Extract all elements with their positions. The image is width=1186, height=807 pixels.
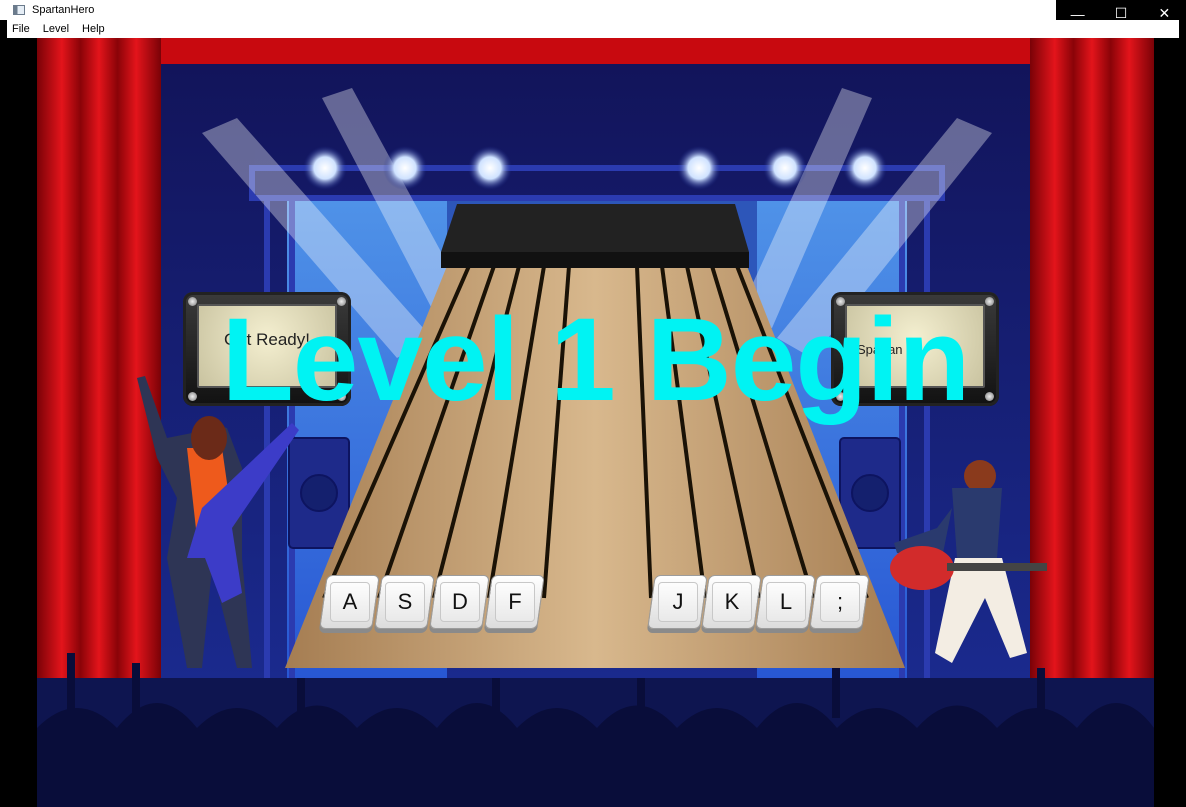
key-label: K — [711, 582, 752, 622]
menu-file[interactable]: File — [12, 23, 30, 35]
key-label: L — [765, 582, 806, 622]
lane-key-d[interactable]: D — [429, 575, 490, 629]
lane-key-semicolon[interactable]: ; — [809, 575, 870, 629]
lane-key-f[interactable]: F — [484, 575, 545, 629]
key-label: A — [329, 582, 370, 622]
app-icon — [13, 5, 25, 15]
key-label: F — [494, 582, 535, 622]
key-label: J — [657, 582, 698, 622]
lane-key-l[interactable]: L — [755, 575, 816, 629]
menu-help[interactable]: Help — [82, 23, 105, 35]
lane-key-k[interactable]: K — [701, 575, 762, 629]
key-label: S — [384, 582, 425, 622]
window-title: SpartanHero — [32, 4, 95, 16]
window-titlebar: SpartanHero — [0, 0, 1186, 20]
key-label: ; — [819, 582, 860, 622]
game-canvas[interactable]: Get Ready! Spartan Level 1 Begin A S D F… — [37, 38, 1154, 807]
level-banner: Level 1 Begin — [221, 294, 971, 426]
menu-bar: File Level Help — [7, 20, 1179, 38]
lane-key-j[interactable]: J — [647, 575, 708, 629]
menu-level[interactable]: Level — [43, 23, 69, 35]
lane-key-a[interactable]: A — [319, 575, 380, 629]
lane-key-s[interactable]: S — [374, 575, 435, 629]
key-label: D — [439, 582, 480, 622]
